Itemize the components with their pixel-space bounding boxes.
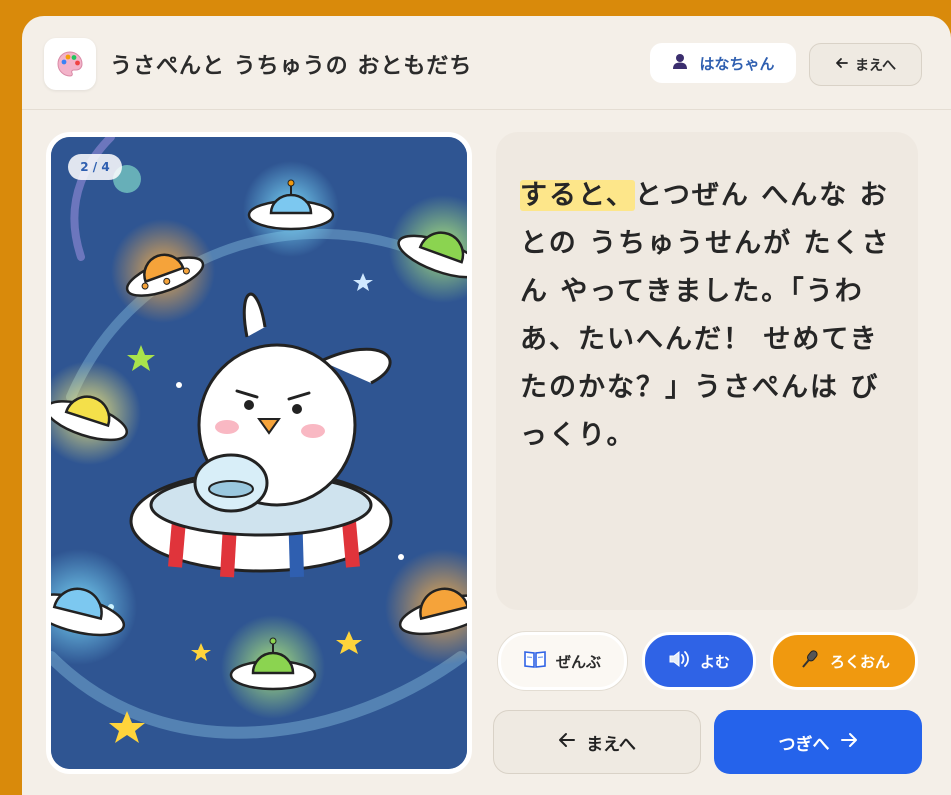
story-text: すると、とつぜん へんな おとの うちゅうせんが たくさん やってきました。「う… [520, 172, 892, 460]
record-button[interactable]: ろくおん [770, 632, 918, 690]
user-name: はなちゃん [699, 54, 775, 73]
read-all-button[interactable]: ぜんぶ [498, 632, 627, 690]
rabbit-spaceship-illustration [51, 137, 467, 769]
person-icon [671, 52, 689, 74]
page-indicator: 2 / 4 [68, 154, 122, 180]
arrow-left-icon [835, 56, 849, 74]
record-label: ろくおん [829, 652, 890, 671]
palette-icon [44, 38, 96, 90]
page-title: うさぺんと うちゅうの おともだち [110, 54, 473, 79]
prev-page-label: まえへ [586, 734, 636, 755]
book-icon [524, 650, 546, 672]
story-illustration: 2 / 4 [46, 132, 472, 774]
story-body: とつぜん へんな おとの うちゅうせんが たくさん やってきました。「うわあ、た… [520, 180, 891, 451]
prev-page-button[interactable]: まえへ [493, 710, 701, 774]
highlighted-word: すると、 [520, 180, 635, 211]
arrow-right-icon [840, 732, 858, 753]
next-page-button[interactable]: つぎへ [714, 710, 922, 774]
story-card: うさぺんと うちゅうの おともだち はなちゃん まえへ 2 / 4 すると、とつ… [22, 16, 951, 795]
read-aloud-label: よむ [699, 652, 730, 671]
microphone-icon [798, 648, 820, 674]
story-text-panel: すると、とつぜん へんな おとの うちゅうせんが たくさん やってきました。「う… [496, 132, 918, 610]
read-all-label: ぜんぶ [555, 652, 601, 671]
arrow-left-icon [558, 732, 576, 753]
header-back-label: まえへ [854, 57, 897, 74]
user-chip[interactable]: はなちゃん [650, 43, 796, 83]
header-back-button[interactable]: まえへ [809, 43, 922, 86]
header: うさぺんと うちゅうの おともだち はなちゃん まえへ [22, 16, 951, 110]
next-page-label: つぎへ [778, 734, 830, 755]
read-aloud-button[interactable]: よむ [642, 632, 756, 690]
speaker-icon [668, 649, 690, 673]
